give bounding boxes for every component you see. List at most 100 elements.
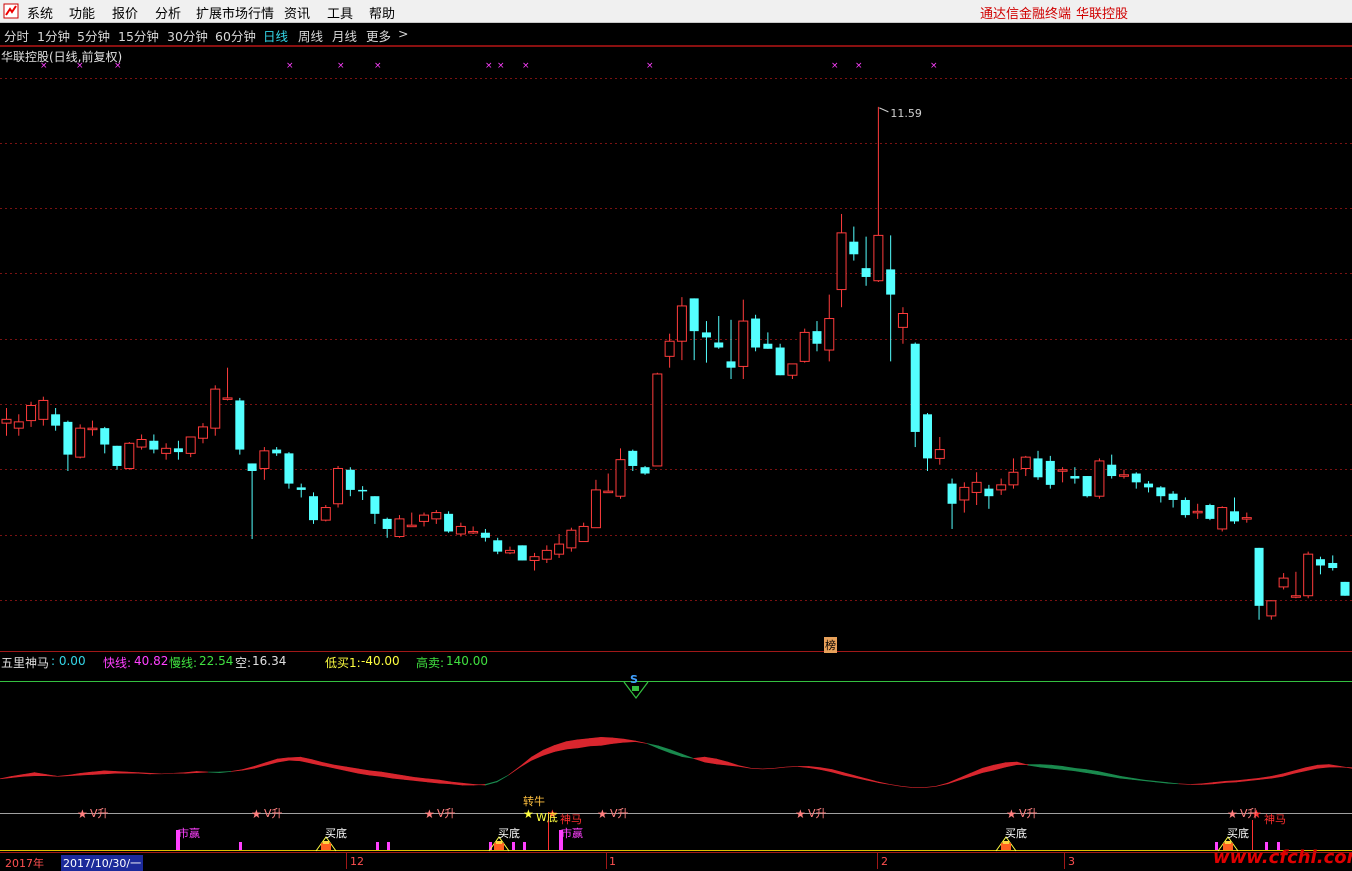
candle	[897, 307, 908, 344]
period-intraday[interactable]: 分时	[4, 26, 29, 45]
candle	[959, 482, 970, 513]
candle-body	[13, 421, 24, 429]
fast-slow-band	[438, 779, 451, 785]
fast-slow-band	[739, 765, 752, 769]
fast-slow-band	[889, 784, 902, 787]
buy-bottom-label: 买底	[325, 827, 347, 840]
candle	[849, 226, 859, 261]
stock-name: 华联控股	[1076, 7, 1129, 22]
menu-tools[interactable]: 工具	[327, 3, 353, 22]
period-bar: 分时 1分钟 5分钟 15分钟 30分钟 60分钟 日线 周线 月线 更多 >	[0, 23, 1352, 46]
shiying-label: 市赢	[178, 827, 200, 840]
candle-body	[1180, 499, 1190, 516]
fast-slow-band	[69, 772, 82, 777]
candle	[615, 448, 626, 499]
fast-slow-band	[415, 777, 428, 783]
candle	[136, 434, 147, 450]
period-monthly[interactable]: 月线	[332, 26, 357, 45]
menu-system[interactable]: 系统	[27, 3, 53, 22]
candle	[1168, 491, 1178, 508]
period-15min[interactable]: 15分钟	[118, 26, 159, 45]
candle-body	[185, 436, 196, 454]
candle	[1008, 458, 1019, 489]
candle	[185, 436, 196, 458]
fast-slow-band	[1328, 764, 1341, 768]
fast-slow-band	[589, 736, 602, 747]
menu-news[interactable]: 资讯	[284, 3, 310, 22]
fast-slow-band	[924, 785, 937, 788]
menu-function[interactable]: 功能	[69, 3, 95, 22]
fast-slow-band	[877, 781, 890, 785]
candle-body	[100, 428, 110, 445]
period-30min[interactable]: 30分钟	[167, 26, 208, 45]
low-buy-value: -40.00	[361, 654, 400, 668]
month-label: 3	[1068, 855, 1075, 868]
kline-chart[interactable]: 11.59× × × × × × × × × × × × ×★ ★ ★ ★ ★ ★ ★★ ★ ★	[0, 0, 1352, 869]
candle-body	[590, 489, 601, 529]
signal-bar	[512, 842, 515, 850]
s-signal-label: S	[630, 673, 638, 686]
candle	[210, 385, 221, 436]
candle-body	[1070, 476, 1080, 479]
candle	[652, 372, 663, 467]
candle-body	[1278, 577, 1289, 588]
fast-slow-band	[1132, 777, 1145, 782]
fast-slow-band	[381, 771, 394, 779]
candle	[676, 297, 687, 361]
buy-bottom-label: 买底	[498, 827, 520, 840]
fast-slow-band	[635, 740, 648, 744]
v-up-label: V升	[1240, 807, 1259, 820]
menu-extended-market[interactable]: 扩展市场行情	[196, 3, 274, 22]
candle-body	[468, 530, 479, 534]
candle-body	[272, 449, 282, 454]
menu-quote[interactable]: 报价	[112, 3, 138, 22]
v-up-label: V升	[1019, 807, 1038, 820]
fast-slow-band	[1236, 779, 1249, 783]
fast-slow-band	[0, 775, 12, 780]
period-5min[interactable]: 5分钟	[77, 26, 110, 45]
bang-badge[interactable]: 榜	[824, 637, 837, 653]
candle	[1082, 476, 1092, 498]
period-weekly[interactable]: 周线	[298, 26, 323, 45]
fast-slow-band	[184, 771, 197, 774]
fast-slow-band	[1213, 780, 1226, 785]
menu-help[interactable]: 帮助	[369, 3, 395, 22]
candle-body	[541, 549, 552, 560]
empty-value: 16.34	[252, 654, 287, 668]
fast-slow-band	[1074, 767, 1087, 773]
candle-body	[431, 512, 442, 520]
fast-slow-band	[11, 774, 24, 778]
candle-body	[763, 343, 773, 349]
period-more[interactable]: 更多	[366, 26, 391, 45]
fast-slow-band	[1317, 764, 1330, 769]
candle	[75, 424, 86, 459]
fast-slow-band	[1051, 764, 1064, 770]
candle-body	[1118, 474, 1129, 477]
buy-bottom-label: 买底	[1227, 827, 1249, 840]
candle	[161, 443, 172, 460]
fast-slow-band	[138, 772, 151, 775]
buy-bottom-block	[1001, 843, 1011, 850]
candle-body	[247, 463, 257, 471]
candle	[1156, 486, 1166, 503]
fast-slow-band	[1305, 764, 1318, 772]
candle-body	[235, 400, 245, 450]
fast-slow-band	[854, 775, 867, 781]
menu-analysis[interactable]: 分析	[155, 3, 181, 22]
candle-body	[1328, 562, 1338, 569]
buy-bottom-label: 买底	[1005, 827, 1027, 840]
period-60min[interactable]: 60分钟	[215, 26, 256, 45]
fast-slow-band	[357, 768, 371, 776]
candle-body	[615, 459, 626, 497]
fast-slow-band	[751, 768, 763, 770]
v-up-label: V升	[808, 807, 827, 820]
fast-slow-band	[404, 775, 417, 782]
fast-slow-band	[1120, 776, 1133, 780]
more-arrow-icon[interactable]: >	[398, 26, 408, 41]
candle	[296, 483, 306, 498]
event-x-marker: ×	[485, 61, 493, 71]
low-buy-label: 低买1:	[325, 656, 361, 670]
slow-line-label: 慢线:	[169, 656, 198, 670]
period-1min[interactable]: 1分钟	[37, 26, 70, 45]
period-daily[interactable]: 日线	[263, 26, 288, 45]
